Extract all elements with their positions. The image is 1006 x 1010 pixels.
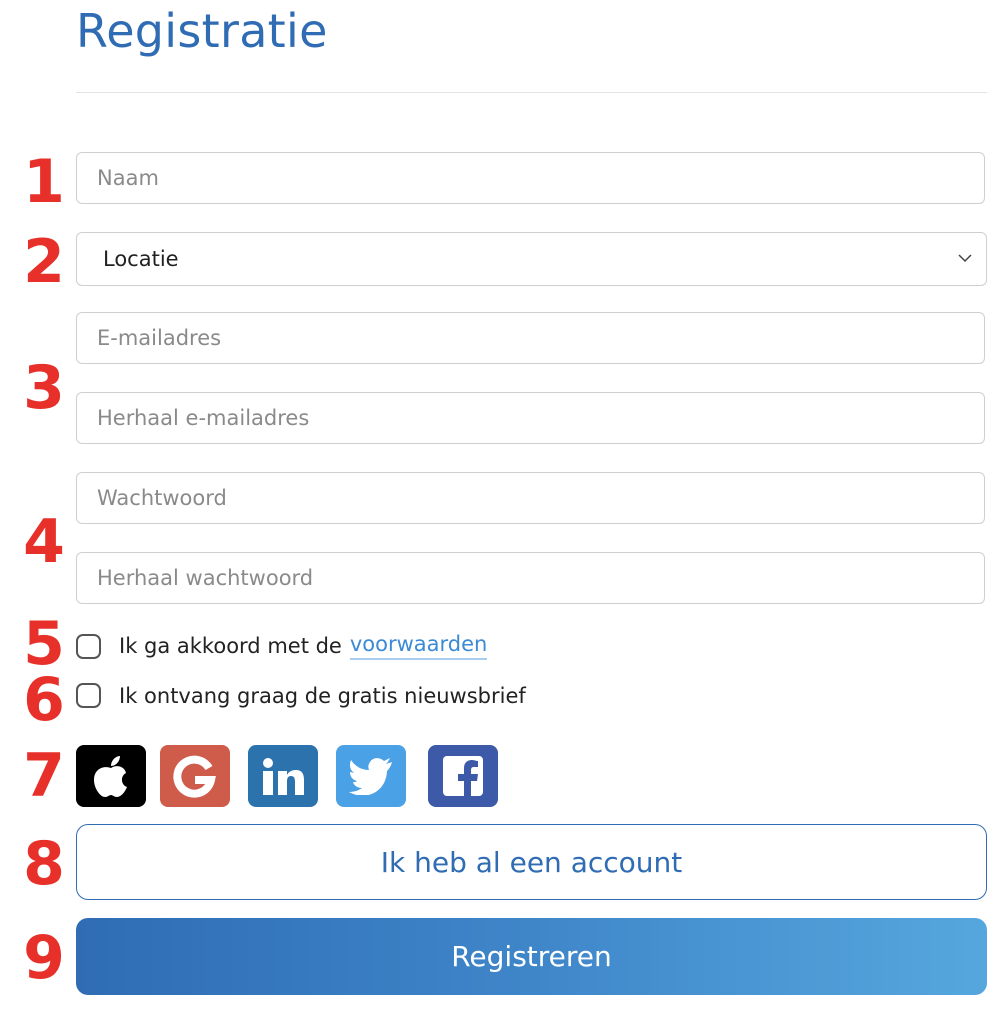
facebook-login-button[interactable] [428,745,498,807]
google-icon [173,755,216,798]
page-title: Registratie [76,4,328,58]
terms-label: Ik ga akkoord met de [119,634,342,658]
twitter-icon [349,758,392,795]
chevron-down-icon [958,254,972,263]
register-button[interactable]: Registreren [76,918,987,995]
step-number-6: 6 [23,665,65,735]
terms-row: Ik ga akkoord met de voorwaarden [76,632,488,660]
twitter-login-button[interactable] [336,745,406,807]
google-login-button[interactable] [160,745,230,807]
newsletter-label: Ik ontvang graag de gratis nieuwsbrief [119,683,526,708]
email-input[interactable] [76,312,985,364]
title-divider [76,92,987,93]
step-number-1: 1 [23,147,65,217]
step-number-4: 4 [23,507,65,577]
location-select[interactable]: Locatie [76,232,987,286]
step-number-2: 2 [23,227,65,297]
password-input[interactable] [76,472,985,524]
location-select-value: Locatie [103,247,179,271]
apple-icon [94,756,127,797]
step-number-7: 7 [23,741,65,811]
newsletter-row: Ik ontvang graag de gratis nieuwsbrief [76,683,526,708]
step-number-3: 3 [23,353,65,423]
newsletter-checkbox[interactable] [76,683,101,708]
linkedin-icon [263,758,304,795]
terms-checkbox[interactable] [76,633,101,659]
email-repeat-input[interactable] [76,392,985,444]
name-input[interactable] [76,152,985,204]
step-number-8: 8 [23,829,65,899]
facebook-icon [443,756,483,798]
step-number-9: 9 [23,923,65,993]
linkedin-login-button[interactable] [248,745,318,807]
have-account-button[interactable]: Ik heb al een account [76,824,987,900]
password-repeat-input[interactable] [76,552,985,604]
apple-login-button[interactable] [76,745,146,807]
terms-link[interactable]: voorwaarden [349,632,488,660]
